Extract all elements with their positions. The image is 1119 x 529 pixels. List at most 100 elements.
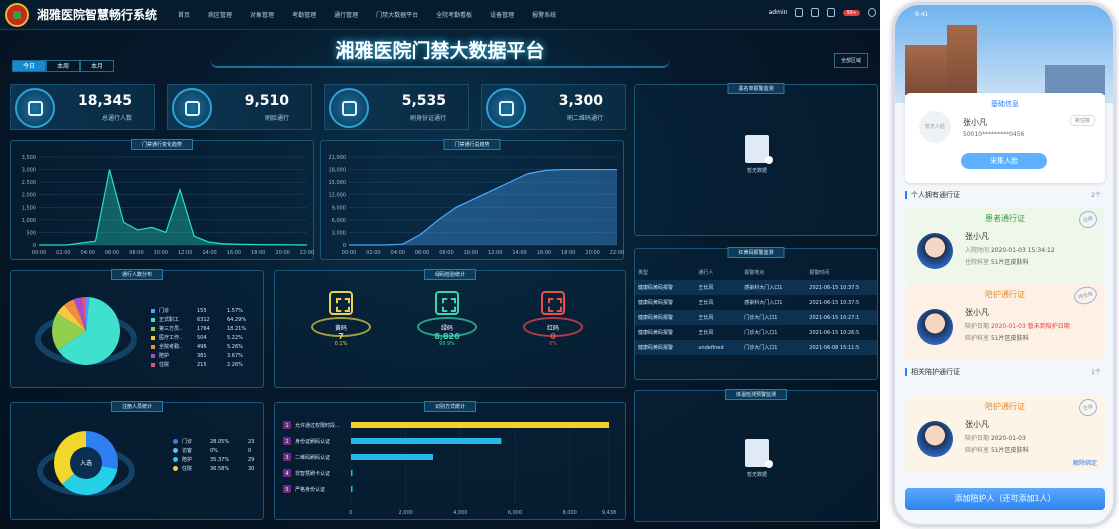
x-tick-label: 00:00 xyxy=(32,250,46,256)
notification-badge[interactable]: 99+ xyxy=(843,9,860,16)
id-card-icon xyxy=(342,101,357,116)
stat-icon-ring xyxy=(15,88,55,128)
menu-item[interactable]: 全院考勤看板 xyxy=(427,10,481,19)
pass-line-2: 住院科室 51片区皮肤科 xyxy=(965,257,1029,266)
menu-item[interactable]: 考勤管理 xyxy=(283,10,325,19)
table-cell: 2021-06-15 10:37:5 xyxy=(809,299,860,306)
table-row[interactable]: 健康码黄码报警 王长风 感染科大门入口1 2021-06-15 10:37:5 xyxy=(635,295,877,310)
menu-item[interactable]: 对象管理 xyxy=(241,10,283,19)
legend-swatch xyxy=(151,362,155,367)
x-tick-label: 10:00 xyxy=(464,250,478,256)
table-row[interactable]: 健康码黄码报警 undefined 门诊大门入口1 2021-06-08 15:11:… xyxy=(635,340,877,355)
legend-swatch xyxy=(151,344,155,349)
table-cell: 门诊大门入口1 xyxy=(744,315,778,321)
add-companion-button[interactable]: 添加陪护人（还可添加1人） xyxy=(905,488,1105,510)
qrcode-icon xyxy=(329,291,353,315)
qrcode-icon xyxy=(499,101,514,116)
x-tick-label: 9,438 xyxy=(602,510,616,516)
settings-icon[interactable] xyxy=(795,8,804,17)
table-cell: 2021-06-15 10:26:5 xyxy=(809,329,860,336)
reg-legend: 门诊 28.05% 23 访客 0% 0 陪护 35.37% 29 住院 36.58% 30 xyxy=(173,437,263,473)
x-tick-label: 8,000 xyxy=(563,510,577,516)
title-decoration xyxy=(210,60,670,68)
pass-line-key: 陪护科室 xyxy=(965,335,990,342)
x-tick-label: 22:00 xyxy=(610,250,624,256)
y-tick-label: 12,000 xyxy=(329,193,347,199)
menu-item[interactable]: 通行管理 xyxy=(325,10,367,19)
unbind-link[interactable]: 解除绑定 xyxy=(1073,458,1097,467)
table-cell: 健康码黄码报警 xyxy=(638,345,674,351)
pass-card[interactable]: 陪护通行证 张小凡 陪护日期 2020-01-03 暂未到陪护日期 陪护科室 51片区… xyxy=(905,283,1105,359)
pass-line-value: 2020-01-03 暂未到陪护日期 xyxy=(990,323,1070,330)
column-header: 报警时间 xyxy=(809,270,830,276)
tab-today[interactable]: 今日 xyxy=(12,60,46,72)
bar-category: 身份证刷码认证 xyxy=(295,438,330,445)
legend-name: 医疗工作.. xyxy=(159,335,183,341)
stat-card: 18,345 总通行人数 xyxy=(10,84,155,130)
document-icon[interactable] xyxy=(811,8,820,17)
legend-swatch xyxy=(173,457,178,462)
qrcode-icon xyxy=(435,291,459,315)
x-tick-label: 10:00 xyxy=(154,250,168,256)
help-icon[interactable] xyxy=(868,8,876,17)
panel-title: 门禁通行总趋势 xyxy=(443,139,501,150)
menu-item[interactable]: 病区管理 xyxy=(199,10,241,19)
y-tick-label: 1,500 xyxy=(22,205,36,211)
area-select[interactable]: 全部区域 xyxy=(833,53,868,68)
pass-card[interactable]: 患者通行证 张小凡 入院时间 2020-01-03 15:34:12 住院科室 51片… xyxy=(905,207,1105,283)
y-tick-label: 500 xyxy=(26,230,36,236)
bar xyxy=(351,454,434,460)
menu-item[interactable]: 首页 xyxy=(169,10,199,19)
legend-swatch xyxy=(151,326,155,331)
menu-item[interactable]: 报警系统 xyxy=(523,10,565,19)
legend-count: 29 xyxy=(248,456,255,463)
code-pct: 99.9% xyxy=(439,341,455,347)
trend-panel: 门禁通行变化趋势 0 500 1,000 1,500 2,000 2,500 3,000 3,… xyxy=(10,139,314,260)
basic-info-card: 基础信息 暂无人脸 张小凡 50010*********0456 新住院 采集人… xyxy=(905,93,1105,183)
tab-month[interactable]: 本月 xyxy=(80,60,114,72)
menu-item[interactable]: 门禁大数据平台 xyxy=(367,10,427,19)
related-pass-count: 1个 xyxy=(1091,369,1101,376)
document-icon xyxy=(745,135,773,164)
tab-week[interactable]: 本周 xyxy=(46,60,80,72)
menu-item[interactable]: 设备管理 xyxy=(481,10,523,19)
table-row[interactable]: 健康码黄码报警 王长风 门诊大门入口1 2021-06-15 10:27:1 xyxy=(635,310,877,325)
legend-name: 正式职工 xyxy=(159,317,180,323)
nav-right: admin 99+ xyxy=(769,8,876,17)
y-tick-label: 3,000 xyxy=(332,230,346,236)
legend-swatch xyxy=(173,448,178,453)
table-cell: 王长风 xyxy=(698,330,714,336)
pass-line-key: 陪护科室 xyxy=(965,447,990,454)
legend-item: 正式职工 6312 64.29% xyxy=(151,315,261,324)
legend-item: 医疗工作.. 504 5.22% xyxy=(151,333,261,342)
bug-icon[interactable] xyxy=(827,8,836,17)
pass-title: 患者通行证 xyxy=(985,214,1025,223)
collect-face-button[interactable]: 采集人脸 xyxy=(961,153,1047,169)
y-tick-label: 6,000 xyxy=(332,218,346,224)
legend-name: 陪护 xyxy=(182,457,193,463)
legend-name: 访客 xyxy=(182,448,193,454)
bar xyxy=(351,470,353,476)
no-data-label: 暂无数据 xyxy=(746,472,767,478)
bar-category: 允许通过权限时段... xyxy=(295,422,340,429)
main-menu: 首页 病区管理 对象管理 考勤管理 通行管理 门禁大数据平台 全院考勤看板 设备管理 报警系统 xyxy=(169,10,565,19)
x-tick-label: 20:00 xyxy=(585,250,599,256)
legend-name: 全院考勤.. xyxy=(159,344,183,350)
pass-card[interactable]: 陪护通行证 张小凡 陪护日期 2020-01-03 陪护科室 51片区皮肤科 生效 解除绑… xyxy=(905,395,1105,471)
table-row[interactable]: 健康码黄码报警 王长风 门诊大门入口1 2021-06-15 10:26:5 xyxy=(635,325,877,340)
legend-pct: 1.57% xyxy=(227,307,243,314)
x-tick-label: 08:00 xyxy=(129,250,143,256)
y-tick-label: 0 xyxy=(343,243,346,249)
table-cell: 健康码黄码报警 xyxy=(638,285,674,291)
legend-pct: 2.26% xyxy=(227,361,243,368)
stat-label: 刷二维码通行 xyxy=(566,115,603,122)
y-tick-label: 21,000 xyxy=(329,155,347,161)
pass-line-value: 51片区皮肤科 xyxy=(990,259,1029,266)
y-tick-label: 1,000 xyxy=(22,218,36,224)
hospital-banner: 9:41 xyxy=(895,5,1113,103)
x-tick-label: 4,000 xyxy=(453,510,467,516)
x-tick-label: 22:00 xyxy=(300,250,314,256)
no-data: 暂无数据 xyxy=(735,135,779,174)
user-name[interactable]: admin xyxy=(769,9,788,16)
table-row[interactable]: 健康码黄码报警 王长风 感染科大门入口1 2021-06-15 10:37:5 xyxy=(635,280,877,295)
